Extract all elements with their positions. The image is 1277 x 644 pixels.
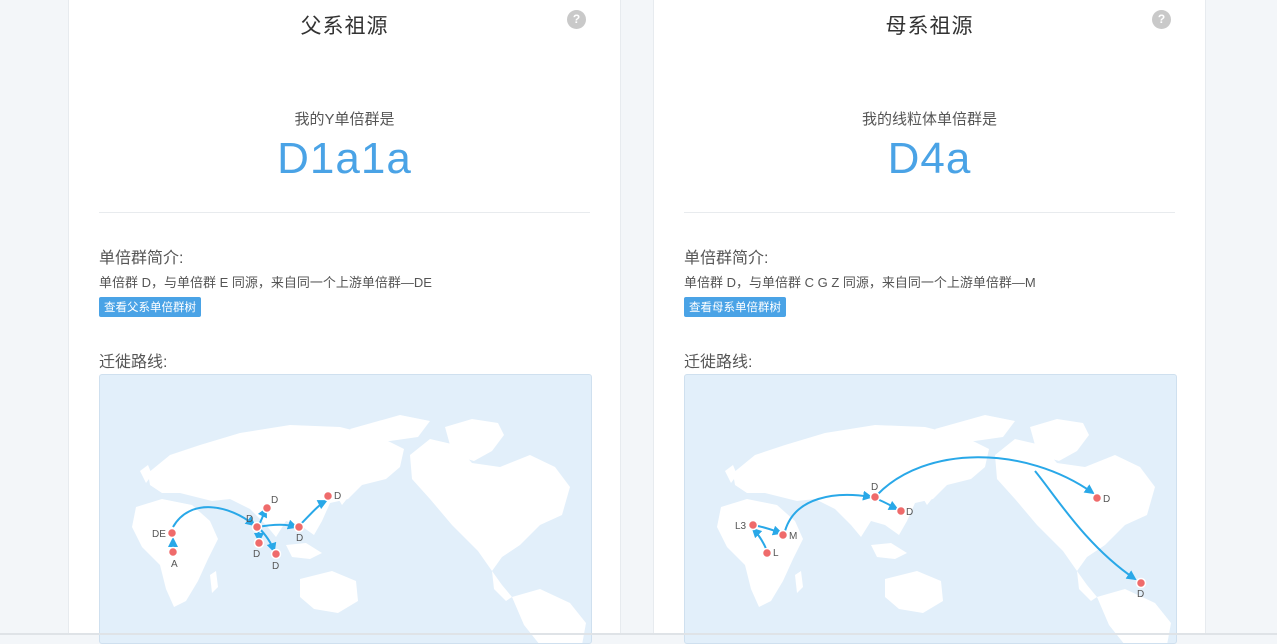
- map-label: D: [272, 561, 279, 572]
- marker-l3: [747, 519, 759, 531]
- marker-d-4: [270, 548, 282, 560]
- paternal-card: 父系祖源 ? 我的Y单倍群是 D1a1a 单倍群简介: 单倍群 D，与单倍群 E…: [68, 0, 621, 644]
- marker-de: [166, 527, 178, 539]
- maternal-route-heading: 迁徙路线:: [684, 354, 753, 371]
- maternal-intro-heading: 单倍群简介:: [684, 250, 769, 267]
- map-label: L3: [735, 521, 747, 532]
- paternal-route-heading: 迁徙路线:: [99, 354, 168, 371]
- marker-d-2: [895, 505, 907, 517]
- marker-m: [777, 529, 789, 541]
- map-label: D: [271, 495, 278, 506]
- world-landmass: [132, 415, 586, 643]
- paternal-intro-text: 单倍群 D，与单倍群 E 同源，来自同一个上游单倍群—DE: [99, 275, 432, 290]
- mt-haplogroup-value: D4a: [887, 134, 972, 183]
- maternal-title: 母系祖源: [885, 15, 974, 38]
- map-label: D: [253, 549, 260, 560]
- maternal-migration-map[interactable]: L3 L M D D D D: [684, 374, 1177, 644]
- marker-d-3: [1091, 492, 1103, 504]
- paternal-help-icon[interactable]: ?: [567, 10, 586, 29]
- divider: [684, 212, 1175, 213]
- map-label: D: [1103, 494, 1110, 505]
- paternal-map-svg: DE A D D D D D D: [132, 415, 586, 643]
- marker-l: [761, 547, 773, 559]
- paternal-tree-button[interactable]: 查看父系单倍群树: [99, 297, 201, 317]
- paternal-migration-map[interactable]: DE A D D D D D D: [99, 374, 592, 644]
- maternal-tree-button[interactable]: 查看母系单倍群树: [684, 297, 786, 317]
- marker-a: [167, 546, 179, 558]
- y-haplogroup-label: 我的Y单倍群是: [294, 111, 395, 128]
- divider: [99, 212, 590, 213]
- map-label: D: [1137, 589, 1144, 600]
- marker-d-1: [251, 521, 263, 533]
- y-haplogroup-value: D1a1a: [277, 134, 412, 183]
- map-label: D: [246, 514, 253, 525]
- map-label: M: [789, 531, 797, 542]
- map-label: DE: [152, 529, 166, 540]
- marker-d-5: [293, 521, 305, 533]
- map-label: D: [906, 507, 913, 518]
- map-label: L: [773, 548, 779, 559]
- marker-d-1: [869, 491, 881, 503]
- marker-d-6: [322, 490, 334, 502]
- mt-haplogroup-label: 我的线粒体单倍群是: [861, 111, 997, 128]
- marker-d-4: [1135, 577, 1147, 589]
- map-label: D: [296, 533, 303, 544]
- map-label: A: [171, 559, 178, 570]
- map-label: D: [334, 491, 341, 502]
- maternal-card: 母系祖源 ? 我的线粒体单倍群是 D4a 单倍群简介: 单倍群 D，与单倍群 C…: [653, 0, 1206, 644]
- maternal-help-icon[interactable]: ?: [1152, 10, 1171, 29]
- map-label: D: [871, 482, 878, 493]
- marker-d-3: [253, 537, 265, 549]
- paternal-title: 父系祖源: [300, 15, 389, 38]
- maternal-map-svg: L3 L M D D D D: [717, 415, 1171, 643]
- maternal-intro-text: 单倍群 D，与单倍群 C G Z 同源，来自同一个上游单倍群—M: [684, 275, 1036, 290]
- paternal-intro-heading: 单倍群简介:: [99, 250, 184, 267]
